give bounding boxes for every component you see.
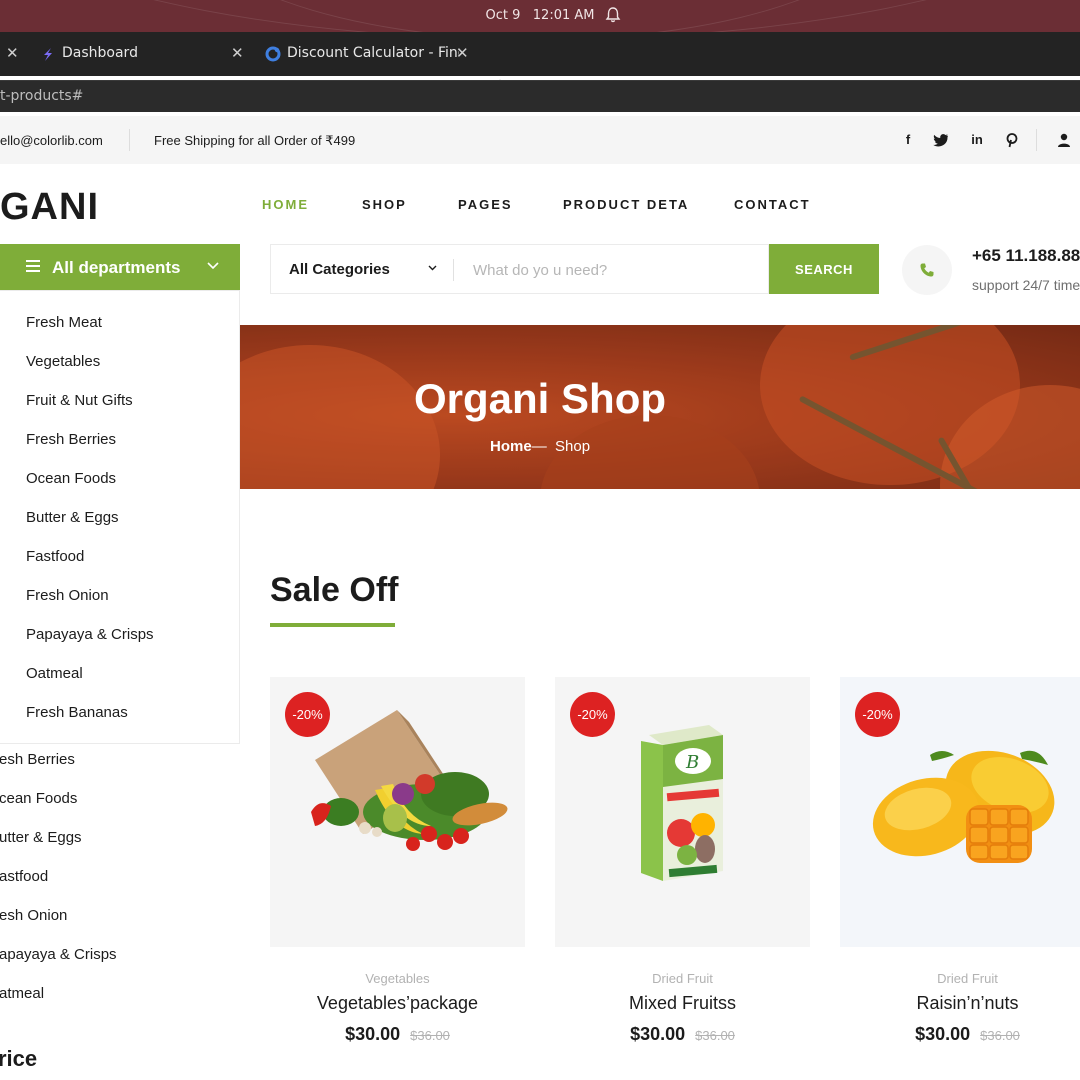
facebook-icon[interactable]: f (900, 132, 916, 148)
divider (1036, 129, 1037, 151)
department-item[interactable]: Vegetables (26, 353, 100, 370)
product-card[interactable]: -20% B (555, 677, 810, 947)
department-item[interactable]: Fruit & Nut Gifts (26, 392, 133, 409)
sidebar-item[interactable]: esh Berries (0, 751, 75, 768)
tab-previous[interactable]: ✕ (0, 38, 20, 70)
hero-banner: Organi Shop Home— Shop (240, 325, 1080, 489)
old-price: $36.00 (980, 1028, 1020, 1043)
address-bar[interactable]: t-products# (0, 80, 1080, 112)
heading-underline (270, 623, 395, 627)
juice-carton-image: B (641, 725, 723, 881)
tab-title: Discount Calculator - Find (287, 45, 459, 61)
header-top-bar: ello@colorlib.com Free Shipping for all … (0, 116, 1080, 164)
divider (129, 129, 130, 151)
menu-contact[interactable]: CONTACT (734, 197, 811, 212)
old-price: $36.00 (410, 1028, 450, 1043)
sidebar-item[interactable]: cean Foods (0, 790, 77, 807)
current-price: $30.00 (345, 1024, 401, 1044)
chevron-down-icon (207, 262, 219, 270)
tab-dashboard[interactable]: Dashboard ✕ (40, 38, 245, 70)
contact-email: ello@colorlib.com (0, 133, 103, 148)
web-page: ello@colorlib.com Free Shipping for all … (0, 116, 1080, 1080)
product-price: $30.00 $36.00 (840, 1024, 1080, 1045)
product-name[interactable]: Raisin’n’nuts (840, 993, 1080, 1014)
department-item[interactable]: Ocean Foods (26, 470, 116, 487)
linkedin-icon[interactable]: in (969, 132, 985, 148)
current-price: $30.00 (630, 1024, 686, 1044)
menu-product-details[interactable]: PRODUCT DETA (563, 197, 689, 212)
all-departments-button[interactable]: All departments (0, 244, 240, 290)
old-price: $36.00 (695, 1028, 735, 1043)
mango-image (872, 750, 1055, 863)
product-name[interactable]: Mixed Fruitss (555, 993, 810, 1014)
support-phone: +65 11.188.888 (972, 246, 1080, 265)
menu-home[interactable]: HOME (262, 197, 309, 212)
department-item[interactable]: Oatmeal (26, 665, 83, 682)
vegetables-bag-image (311, 710, 508, 851)
breadcrumb: Home— Shop (490, 438, 590, 455)
breadcrumb-current: Shop (555, 438, 591, 455)
product-card[interactable]: -20% (270, 677, 525, 947)
department-item[interactable]: Fresh Meat (26, 314, 102, 331)
url-text[interactable]: t-products# (0, 88, 83, 104)
shipping-notice: Free Shipping for all Order of ₹499 (154, 133, 356, 148)
pinterest-icon[interactable] (1004, 132, 1020, 148)
department-item[interactable]: Fresh Onion (26, 587, 109, 604)
breadcrumb-separator: — (531, 438, 547, 455)
product-category: Dried Fruit (652, 971, 713, 986)
price-filter-heading: rice (0, 1046, 38, 1071)
phone-icon (902, 245, 952, 295)
sidebar-item[interactable]: astfood (0, 868, 48, 885)
department-item[interactable]: Fastfood (26, 548, 84, 565)
discount-badge: -20% (855, 692, 900, 737)
section-heading: Sale Off (270, 571, 399, 609)
hero-title: Organi Shop (414, 375, 666, 422)
system-bar: Oct 9 12:01 AM (0, 0, 1080, 32)
user-icon[interactable] (1056, 132, 1072, 148)
close-icon[interactable]: ✕ (231, 44, 244, 62)
search-input[interactable] (473, 259, 763, 281)
sidebar-item[interactable]: apayaya & Crisps (0, 946, 117, 963)
category-select[interactable]: All Categories (289, 261, 390, 278)
twitter-icon[interactable] (933, 132, 949, 148)
product-category: Vegetables (365, 971, 430, 986)
bell-icon[interactable] (604, 6, 622, 24)
calculator-favicon-icon (265, 46, 281, 62)
browser-tab-bar: ✕ Dashboard ✕ Discount Calculator - Find… (0, 32, 1080, 97)
sidebar-item[interactable]: esh Onion (0, 907, 67, 924)
support-hours: support 24/7 time (972, 277, 1080, 293)
departments-dropdown: Fresh Meat Vegetables Fruit & Nut Gifts … (0, 290, 240, 744)
search-button[interactable]: SEARCH (769, 244, 879, 294)
department-item[interactable]: Papayaya & Crisps (26, 626, 154, 643)
tab-title: Dashboard (62, 45, 138, 61)
close-icon[interactable]: ✕ (456, 44, 469, 62)
divider (453, 259, 454, 281)
product-category: Dried Fruit (937, 971, 998, 986)
search-form: All Categories (270, 244, 769, 294)
chevron-down-icon[interactable] (428, 265, 437, 271)
menu-pages[interactable]: PAGES (458, 197, 513, 212)
departments-label: All departments (52, 258, 181, 277)
breadcrumb-home[interactable]: Home (490, 438, 532, 455)
department-item[interactable]: Butter & Eggs (26, 509, 119, 526)
discount-badge: -20% (570, 692, 615, 737)
department-item[interactable]: Fresh Berries (26, 431, 116, 448)
product-price: $30.00 $36.00 (270, 1024, 525, 1045)
sidebar-item[interactable]: atmeal (0, 985, 44, 1002)
product-name[interactable]: Vegetables’package (270, 993, 525, 1014)
current-price: $30.00 (915, 1024, 971, 1044)
svg-text:B: B (685, 752, 699, 773)
tab-discount-calculator[interactable]: Discount Calculator - Find ✕ (265, 38, 470, 70)
clock[interactable]: Oct 9 12:01 AM (0, 8, 1080, 23)
menu-bars-icon (26, 260, 40, 272)
product-price: $30.00 $36.00 (555, 1024, 810, 1045)
site-logo[interactable]: GANI (0, 186, 99, 229)
sidebar-item[interactable]: utter & Eggs (0, 829, 82, 846)
menu-shop[interactable]: SHOP (362, 197, 407, 212)
close-icon[interactable]: ✕ (6, 44, 19, 62)
department-item[interactable]: Fresh Bananas (26, 704, 128, 721)
dashboard-favicon-icon (44, 48, 52, 61)
product-card[interactable]: -20% (840, 677, 1080, 947)
